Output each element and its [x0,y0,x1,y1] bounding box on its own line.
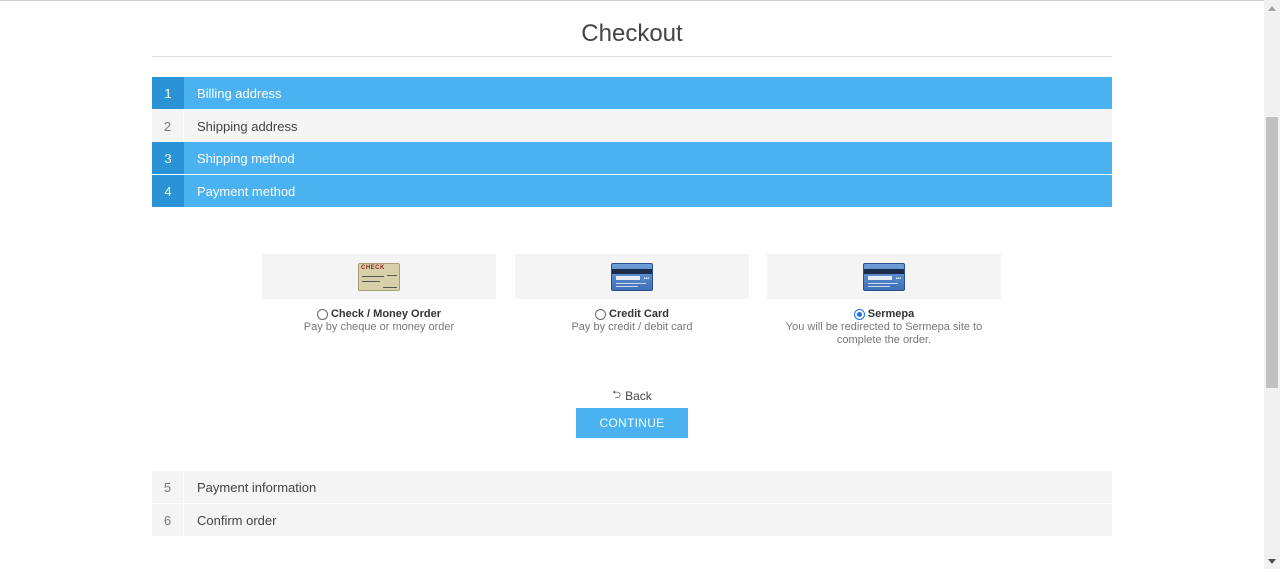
payment-method-description: You will be redirected to Sermepa site t… [785,321,983,346]
step-payment-information[interactable]: 5 Payment information [152,471,1112,503]
payment-method-name: Check / Money Order [330,308,442,320]
payment-method-description: Pay by cheque or money order [303,321,455,333]
step-label: Payment information [197,479,317,495]
step-billing-address[interactable]: 1 Billing address [152,77,1112,109]
payment-method-credit-card[interactable]: ••• Credit Card Pay by credit / debit ca… [515,254,749,334]
step-shipping-address[interactable]: 2 Shipping address [152,110,1112,142]
payment-method-sermepa[interactable]: ••• Sermepa You will be redirected to Se… [767,254,1001,347]
payment-method-description: Pay by credit / debit card [571,321,693,333]
payment-method-image: CHECK [262,254,496,299]
payment-radio-sermepa[interactable] [853,308,865,320]
step-label: Billing address [197,85,282,101]
step-number: 2 [152,110,184,142]
page-title: Checkout [581,20,683,47]
step-payment-method[interactable]: 4 Payment method [152,175,1112,207]
scrollbar-thumb[interactable] [1266,117,1278,388]
back-link[interactable]: ⮌ Back [152,386,1112,405]
step-number: 6 [152,504,184,536]
check-icon: CHECK [358,262,400,291]
step-number: 1 [152,77,184,109]
step-number: 5 [152,471,184,503]
payment-method-image: ••• [515,254,749,299]
step-number: 4 [152,175,184,207]
payment-radio-check[interactable] [316,308,328,320]
step-label: Shipping method [197,150,295,166]
payment-radio-credit-card[interactable] [595,308,607,320]
payment-method-name: Credit Card [609,308,669,320]
payment-method-name: Sermepa [867,308,915,320]
payment-method-check[interactable]: CHECK Check / Money Order Pay by cheque … [262,254,496,334]
scroll-down-arrow-icon[interactable] [1264,553,1280,569]
scroll-up-arrow-icon[interactable] [1264,0,1280,16]
title-divider [152,56,1112,57]
back-label: Back [625,388,652,403]
payment-methods-list: CHECK Check / Money Order Pay by cheque … [262,254,1002,354]
step-confirm-order[interactable]: 6 Confirm order [152,504,1112,536]
back-arrow-icon: ⮌ [612,389,622,401]
top-border [0,0,1264,1]
step-label: Payment method [197,183,296,199]
step-shipping-method[interactable]: 3 Shipping method [152,142,1112,174]
step-number: 3 [152,142,184,174]
continue-button[interactable]: CONTINUE [576,408,688,438]
credit-card-icon: ••• [611,262,653,291]
credit-card-icon: ••• [863,262,905,291]
payment-method-image: ••• [767,254,1001,299]
step-label: Shipping address [197,118,298,134]
vertical-scrollbar[interactable] [1264,0,1280,569]
step-label: Confirm order [197,512,277,528]
